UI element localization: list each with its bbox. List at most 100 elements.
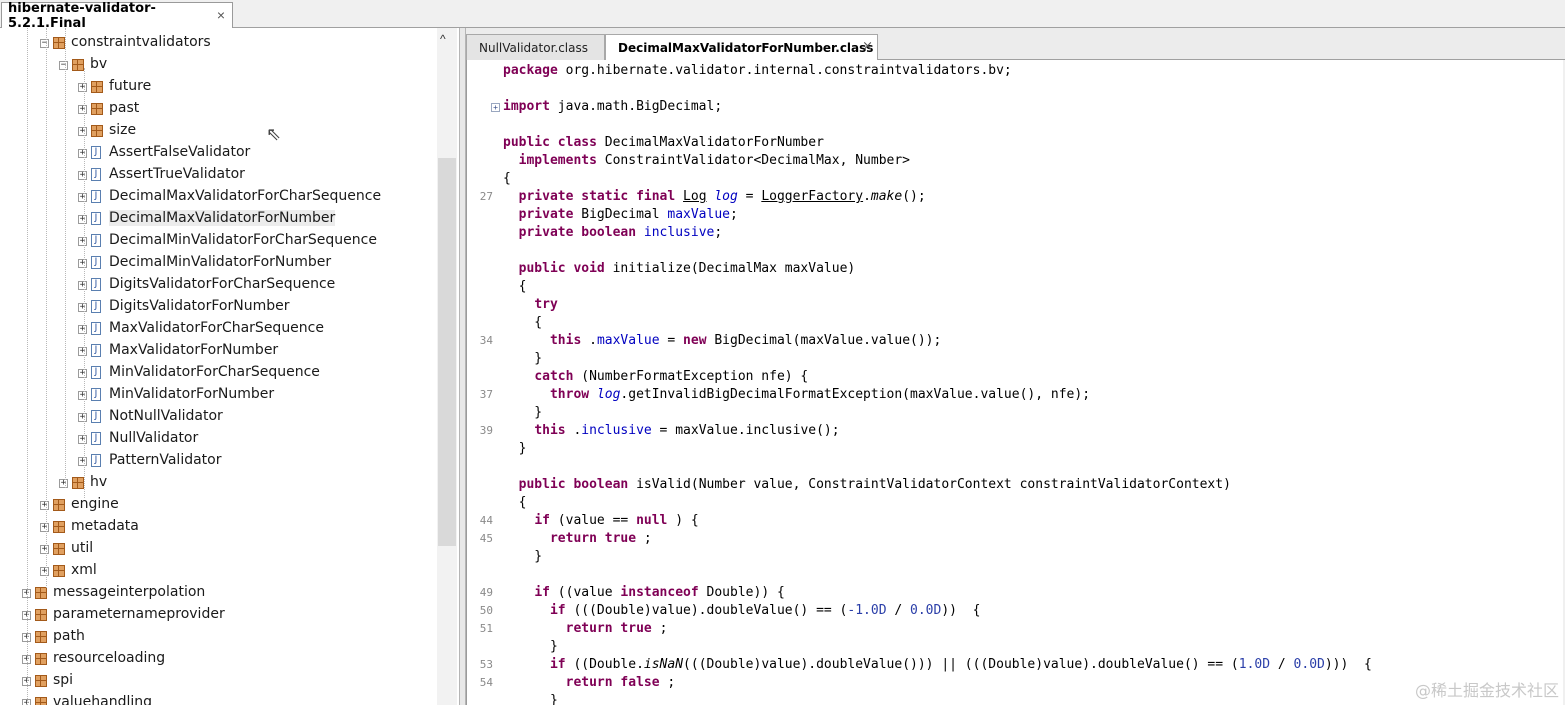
package-icon [53, 521, 65, 533]
expand-icon[interactable]: + [78, 83, 87, 92]
tree-node[interactable]: + parameternameprovider [0, 604, 437, 626]
expand-icon[interactable]: + [78, 127, 87, 136]
expand-icon[interactable]: + [78, 325, 87, 334]
code-token: -1.0D [847, 603, 887, 618]
keyword-token: return [549, 531, 597, 546]
expand-icon[interactable]: + [40, 523, 49, 532]
code-text: private static final Log log = LoggerFac… [503, 188, 926, 206]
tree-node[interactable]: + xml [0, 560, 437, 582]
code-token: . [589, 333, 597, 348]
fold-expand-icon[interactable]: + [491, 103, 500, 112]
expand-icon[interactable]: + [59, 479, 68, 488]
code-token: log [714, 189, 738, 204]
tree-node[interactable]: + valuehandling [0, 692, 437, 705]
keyword-token: if [534, 513, 550, 528]
expand-icon[interactable]: + [78, 281, 87, 290]
tree-node-label: valuehandling [53, 694, 152, 705]
expand-icon[interactable]: + [40, 501, 49, 510]
code-text: } [503, 638, 558, 656]
tree-node-label: AssertFalseValidator [109, 144, 251, 160]
code-text: if ((Double.isNaN(((Double)value).double… [503, 656, 1372, 674]
line-number: 37 [479, 388, 493, 401]
expand-icon[interactable]: + [78, 435, 87, 444]
package-icon [91, 103, 103, 115]
keyword-token: if [549, 657, 566, 672]
tree-node[interactable]: + engine [0, 494, 437, 516]
class-file-icon: J [91, 410, 101, 423]
tree-node[interactable]: + spi [0, 670, 437, 692]
keyword-token: true [604, 531, 637, 546]
expand-icon[interactable]: + [78, 193, 87, 202]
code-line: } [467, 440, 1565, 458]
tree-node-label: size [109, 122, 137, 138]
tree-node[interactable]: + path [0, 626, 437, 648]
tree-node-label: MaxValidatorForCharSequence [109, 320, 324, 336]
code-line: private BigDecimal maxValue; [467, 206, 1565, 224]
expand-icon[interactable]: + [78, 413, 87, 422]
expand-icon[interactable]: + [78, 105, 87, 114]
expand-icon[interactable]: + [78, 347, 87, 356]
tree-node[interactable]: + resourceloading [0, 648, 437, 670]
close-icon[interactable]: × [862, 39, 873, 54]
expand-icon[interactable]: + [78, 457, 87, 466]
expand-icon[interactable]: + [40, 545, 49, 554]
code-view[interactable]: package org.hibernate.validator.internal… [466, 60, 1565, 705]
tree-node[interactable]: + metadata [0, 516, 437, 538]
code-token: ; [730, 207, 738, 222]
collapse-icon[interactable]: − [40, 39, 49, 48]
tree-scrollbar[interactable]: ^ [437, 28, 457, 705]
scroll-up-icon[interactable]: ^ [440, 32, 446, 46]
code-token: Double)) { [698, 585, 785, 600]
package-icon [35, 631, 47, 643]
keyword-token: public [518, 477, 566, 492]
tab-label: DecimalMaxValidatorForNumber.class [618, 40, 874, 55]
archive-tab[interactable]: hibernate-validator-5.2.1.Final × [1, 1, 233, 31]
code-text: private BigDecimal maxValue; [503, 206, 738, 224]
code-token: 0.0D [1293, 657, 1325, 672]
tree-node-label: hv [90, 474, 108, 490]
tab-decimalmax-validator-for-number[interactable]: DecimalMaxValidatorForNumber.class × [605, 34, 878, 60]
code-token: } [503, 693, 558, 705]
tree-node-label: messageinterpolation [53, 584, 206, 600]
expand-icon[interactable]: + [78, 369, 87, 378]
tree-node-label: xml [71, 562, 97, 578]
keyword-token: false [620, 675, 660, 690]
split-divider[interactable] [459, 28, 466, 705]
expand-icon[interactable]: + [78, 149, 87, 158]
code-text: public class DecimalMaxValidatorForNumbe… [503, 134, 824, 152]
expand-icon[interactable]: + [78, 391, 87, 400]
tree-node[interactable]: + util [0, 538, 437, 560]
expand-icon[interactable]: + [78, 237, 87, 246]
code-line: implements ConstraintValidator<DecimalMa… [467, 152, 1565, 170]
collapse-icon[interactable]: − [59, 61, 68, 70]
expand-icon[interactable]: + [78, 215, 87, 224]
code-token: Log [683, 189, 707, 204]
keyword-token: instanceof [620, 585, 699, 600]
tree-node-label: spi [53, 672, 74, 688]
code-token: { [503, 171, 511, 186]
expand-icon[interactable]: + [78, 303, 87, 312]
tab-null-validator[interactable]: NullValidator.class [466, 34, 605, 60]
tree-node-label: DecimalMaxValidatorForNumber [109, 210, 336, 226]
keyword-token: try [534, 297, 558, 312]
code-line: { [467, 314, 1565, 332]
package-icon [53, 499, 65, 511]
tree-node[interactable]: + messageinterpolation [0, 582, 437, 604]
tree-scrollbar-thumb[interactable] [438, 158, 456, 546]
tree-node-label: future [109, 78, 152, 94]
code-line: } [467, 548, 1565, 566]
code-line: 54 return false ; [467, 674, 1565, 692]
expand-icon[interactable]: + [40, 567, 49, 576]
keyword-token: throw [549, 387, 590, 402]
close-icon[interactable]: × [217, 7, 225, 23]
expand-icon[interactable]: + [78, 171, 87, 180]
expand-icon[interactable]: + [78, 259, 87, 268]
